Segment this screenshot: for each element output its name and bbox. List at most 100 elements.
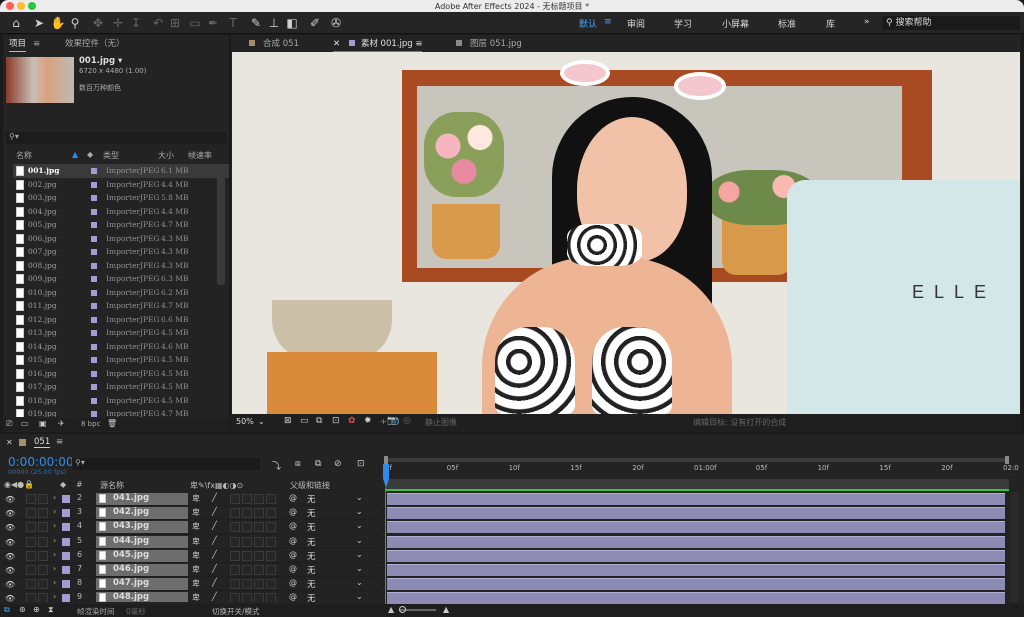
work-area-bar[interactable] [385,479,1009,489]
workspace-menu-icon[interactable]: ≡ [604,17,612,27]
layer-duration-bar[interactable] [387,564,1005,576]
label-color-swatch[interactable] [91,249,97,255]
column-type[interactable]: 类型 [103,150,119,161]
project-file-row[interactable]: 002.jpg ImporterJPEG 4.4 MB [13,178,229,192]
label-color-swatch[interactable] [91,384,97,390]
selection-tool-icon[interactable]: ➤ [31,15,47,31]
time-navigator[interactable] [385,458,1009,462]
label-color-swatch[interactable] [91,303,97,309]
label-tag-icon[interactable]: ◆ [87,150,93,159]
label-color-swatch[interactable] [91,357,97,363]
navigator-end-handle[interactable] [1005,456,1009,464]
anchor-tool-icon[interactable]: ⊞ [167,15,183,31]
comp-mini-flowchart-icon[interactable]: ⤵ [272,459,281,472]
label-color-swatch[interactable] [91,316,97,323]
sort-ascending-icon[interactable]: ▲ [72,150,78,159]
project-panel-menu-icon[interactable]: ≡ [33,36,40,52]
dolly-tool-icon[interactable]: ↧ [128,15,144,31]
footage-viewer-image[interactable]: ELLE [232,52,1020,414]
layer-switches-toggle-icon[interactable]: ⧉ [4,605,10,615]
render-queue-icon[interactable]: ✈ [58,419,65,428]
chevron-down-icon[interactable]: ⌄ [258,417,265,426]
clone-stamp-tool-icon[interactable]: ⊥ [266,15,282,31]
project-file-row[interactable]: 001.jpg ImporterJPEG 6.1 MB [13,164,229,178]
layer-duration-bar[interactable] [387,493,1005,505]
label-color-swatch[interactable] [91,208,97,215]
transfer-controls-icon[interactable]: ⊛ [19,605,26,614]
layer-duration-bar[interactable] [387,592,1005,604]
project-file-row[interactable]: 010.jpg ImporterJPEG 6.2 MB [13,286,229,300]
hand-tool-icon[interactable]: ✋ [50,15,66,31]
project-file-row[interactable]: 007.jpg ImporterJPEG 4.3 MB [13,245,229,259]
rectangle-tool-icon[interactable]: ▭ [187,15,203,31]
tab-footage[interactable]: ✕ 素材 001.jpg ≡ [333,36,423,52]
workspace-small-screen[interactable]: 小屏幕 [722,17,749,30]
project-file-row[interactable]: 011.jpg ImporterJPEG 4.7 MB [13,299,229,313]
workspace-standard[interactable]: 标准 [778,17,796,30]
zoom-level-dropdown[interactable]: 50% [236,417,254,426]
close-tab-icon[interactable]: ✕ [333,39,343,49]
trash-icon[interactable]: 🗑 [107,419,117,428]
search-help-input[interactable]: ⚲ 搜索帮助 [882,16,1020,30]
project-file-row[interactable]: 014.jpg ImporterJPEG 4.6 MB [13,340,229,354]
tab-composition[interactable]: 合成 051 [249,36,299,52]
workspace-learn[interactable]: 学习 [674,17,692,30]
column-source-name[interactable]: 源名称 [100,480,124,491]
project-file-row[interactable]: 013.jpg ImporterJPEG 4.5 MB [13,326,229,340]
layer-duration-bar[interactable] [387,549,1005,562]
mask-visibility-icon[interactable]: ⊡ [332,416,340,426]
tab-menu-icon[interactable]: ≡ [415,39,422,49]
project-file-row[interactable]: 019.jpg ImporterJPEG 4.7 MB [13,407,229,417]
snapshot-camera-icon[interactable]: 📷 [387,416,398,426]
project-file-row[interactable]: 017.jpg ImporterJPEG 4.5 MB [13,380,229,394]
workspace-default[interactable]: 默认 [579,17,597,30]
label-color-swatch[interactable] [91,222,97,228]
label-color-swatch[interactable] [91,195,97,201]
pen-tool-icon[interactable]: ✒ [205,15,221,31]
label-color-swatch[interactable] [91,330,97,336]
puppet-tool-icon[interactable]: ✇ [328,15,344,31]
project-file-row[interactable]: 018.jpg ImporterJPEG 4.5 MB [13,394,229,408]
rotate-tool-icon[interactable]: ↶ [150,15,166,31]
toggle-switches-modes-button[interactable]: 切换开关/模式 [212,606,260,617]
type-tool-icon[interactable]: T [225,15,241,31]
zoom-in-mountain-icon[interactable]: ▲ [443,605,449,614]
draft-3d-icon[interactable]: ⧈ [295,459,301,469]
label-color-swatch[interactable] [91,343,97,350]
brush-tool-icon[interactable]: ✎ [248,15,264,31]
interpret-footage-icon[interactable]: ⎚ [6,419,12,429]
column-size[interactable]: 大小 [158,150,174,161]
project-file-row[interactable]: 006.jpg ImporterJPEG 4.3 MB [13,232,229,246]
graph-editor-icon[interactable]: ⊡ [357,459,365,469]
transparency-grid-icon[interactable]: ⧉ [316,416,322,426]
new-composition-icon[interactable]: ▣ [39,419,47,428]
tab-effect-controls[interactable]: 效果控件（无） [65,36,125,52]
layer-duration-bar[interactable] [387,578,1005,591]
layer-duration-bar[interactable] [387,535,1005,548]
project-file-row[interactable]: 009.jpg ImporterJPEG 6.3 MB [13,272,229,286]
home-icon[interactable]: ⌂ [8,15,24,31]
selected-file-name[interactable]: 001.jpg ▾ [79,56,122,66]
show-snapshot-icon[interactable]: ◎ [403,416,411,426]
pan-tool-icon[interactable]: ✛ [110,15,126,31]
label-color-swatch[interactable] [91,262,97,269]
label-color-swatch[interactable] [91,181,97,188]
navigator-start-handle[interactable] [384,456,388,464]
grid-guides-icon[interactable]: ⊠ [284,416,292,426]
project-file-row[interactable]: 015.jpg ImporterJPEG 4.5 MB [13,353,229,367]
in-out-icon[interactable]: ⊕ [33,605,40,614]
timeline-scrollbar[interactable] [1011,492,1019,602]
layer-duration-bar[interactable] [387,507,1005,520]
project-file-row[interactable]: 005.jpg ImporterJPEG 4.7 MB [13,218,229,232]
close-timeline-icon[interactable]: ✕ [6,438,13,447]
label-color-swatch[interactable] [91,168,97,174]
tab-project[interactable]: 项目 [9,36,27,52]
project-scrollbar[interactable] [217,165,225,285]
project-search-input[interactable]: ⚲▾ [6,132,226,144]
layer-search-input[interactable]: ⚲▾ [72,458,260,470]
zoom-out-mountain-icon[interactable]: ▲ [388,605,394,614]
label-tag-icon[interactable]: ◆ [60,480,66,489]
label-color-swatch[interactable] [91,289,97,296]
workspace-review[interactable]: 审阅 [627,17,645,30]
color-channels-icon[interactable]: ✿ [348,416,356,426]
